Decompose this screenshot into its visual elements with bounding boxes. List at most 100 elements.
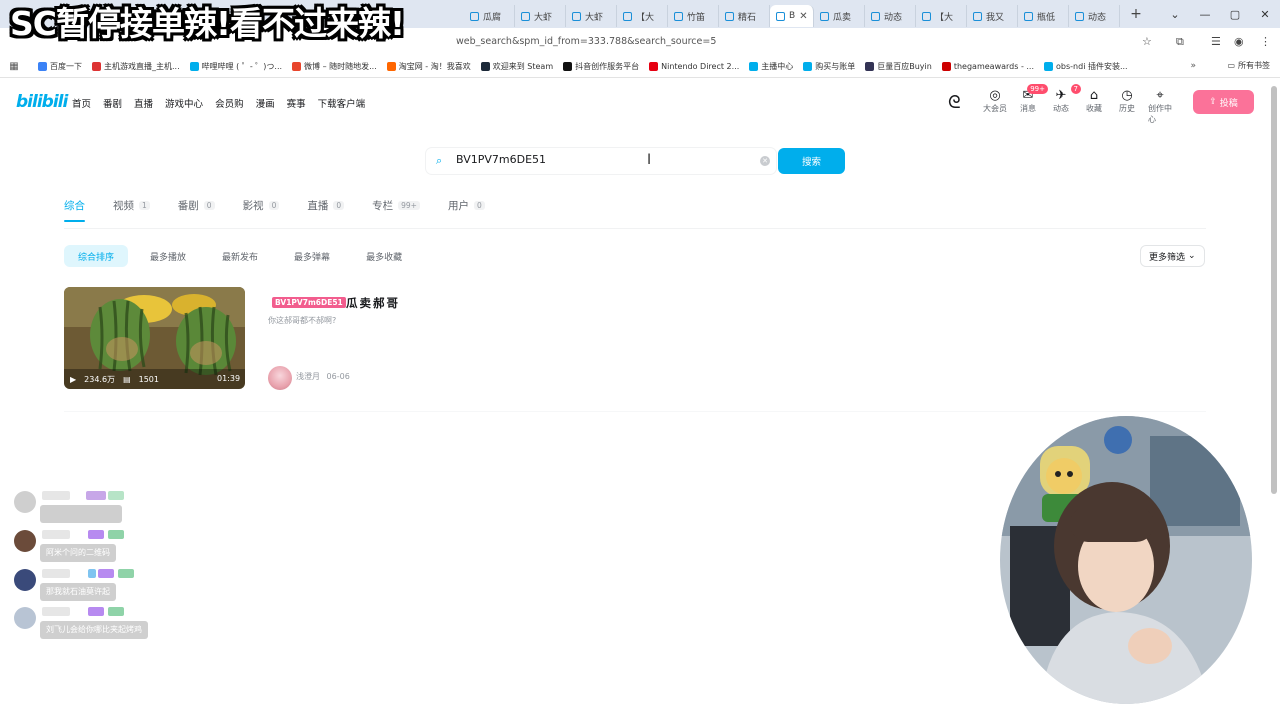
upload-button[interactable]: ⇪ 投稿 [1193, 90, 1254, 114]
nav-item[interactable]: 赛事 [287, 96, 306, 110]
window-controls: ⌄ — ▢ ✕ [1160, 0, 1280, 28]
browser-tab[interactable]: 竹笛 [668, 5, 719, 27]
notification-badge: 99+ [1027, 84, 1048, 94]
browser-tab[interactable]: 我又 [967, 5, 1018, 27]
search-tab-count: 99+ [398, 201, 420, 210]
minimize-icon[interactable]: — [1190, 8, 1220, 21]
search-tab[interactable]: 直播 0 [307, 198, 345, 213]
bilibili-tab-icon [922, 11, 931, 21]
star-icon[interactable]: ☆ [1142, 35, 1152, 48]
bookmark-item[interactable]: 淘宝网 - 淘！我喜欢 [386, 61, 471, 72]
danmu-username [42, 569, 70, 578]
header-action-favorite[interactable]: ⌂ 收藏 [1082, 88, 1106, 125]
search-tab-label: 综合 [64, 200, 85, 212]
clear-icon[interactable]: ✕ [760, 156, 770, 166]
search-tab[interactable]: 专栏 99+ [372, 198, 420, 213]
url-text[interactable]: web_search&spm_id_from=333.788&search_so… [456, 36, 716, 47]
browser-tab[interactable]: 【大 [617, 5, 668, 27]
reading-list-icon[interactable]: ☰ [1211, 35, 1221, 48]
bookmark-item[interactable]: 抖音创作服务平台 [563, 61, 639, 72]
more-filter-button[interactable]: 更多筛选 ⌄ [1140, 245, 1205, 267]
video-title[interactable]: 瓜卖郝哥 [346, 295, 400, 311]
browser-tab[interactable]: 瓜腐 [464, 5, 515, 27]
bookmark-item[interactable]: 哔哩哔哩 ( ゜- ゜)つ... [189, 61, 283, 72]
danmu-avatar [14, 491, 36, 513]
bookmark-favicon-icon [749, 62, 759, 71]
nav-item[interactable]: 游戏中心 [165, 96, 203, 110]
all-bookmarks-folder[interactable]: ▭ 所有书签 [1227, 60, 1270, 71]
more-filter-label: 更多筛选 [1149, 252, 1186, 263]
chevron-down-icon[interactable]: ⌄ [1160, 8, 1190, 21]
search-input[interactable] [456, 153, 746, 166]
page-scrollbar[interactable] [1271, 86, 1277, 494]
bookmark-label: 主机游戏直播_主机... [104, 62, 180, 71]
sort-option[interactable]: 最多播放 [136, 245, 200, 267]
header-action-creator[interactable]: ⌖ 创作中心 [1148, 88, 1172, 125]
search-box[interactable]: ⌕ ✕ [426, 148, 776, 174]
nav-item[interactable]: 下载客户端 [318, 96, 366, 110]
bookmark-favicon-icon [480, 62, 490, 71]
bookmarks-overflow-icon[interactable]: » [1190, 61, 1196, 71]
browser-tab[interactable]: 精石 [719, 5, 770, 27]
browser-tab[interactable]: 瓶低 [1018, 5, 1069, 27]
sort-option[interactable]: 综合排序 [64, 245, 129, 267]
bookmark-item[interactable]: 微博 – 随时随地发... [292, 61, 377, 72]
bv-tag: BV1PV7m6DE51 [272, 297, 346, 308]
header-action-dynamic[interactable]: ✈ 动态 7 [1049, 84, 1081, 125]
bookmark-item[interactable]: 巨量百应Buyin [865, 61, 932, 72]
sort-option[interactable]: 最新发布 [208, 245, 272, 267]
search-tab[interactable]: 影视 0 [243, 198, 280, 213]
bilibili-tab-icon [470, 11, 479, 21]
nav-item[interactable]: 漫画 [256, 96, 275, 110]
bookmark-item[interactable]: thegameawards - ... [941, 62, 1034, 71]
maximize-icon[interactable]: ▢ [1220, 8, 1250, 21]
browser-tab[interactable]: B ✕ [770, 5, 814, 27]
browser-tab[interactable]: 大虾 [515, 5, 566, 27]
extensions-icon[interactable]: ⧉ [1176, 35, 1184, 49]
header-action-history[interactable]: ◷ 历史 [1115, 88, 1139, 125]
nav-item[interactable]: 番剧 [103, 96, 122, 110]
nav-item[interactable]: 直播 [134, 96, 153, 110]
author-avatar[interactable] [268, 366, 292, 390]
publish-date: 06-06 [326, 372, 350, 381]
close-tab-icon[interactable]: ✕ [799, 11, 807, 22]
bookmark-item[interactable]: 主机游戏直播_主机... [92, 61, 180, 72]
bookmark-item[interactable]: Nintendo Direct 2... [649, 62, 739, 71]
site-logo[interactable]: bilibili [16, 92, 68, 112]
author-name[interactable]: 浅澄月 [296, 372, 320, 381]
stream-caption: SC暂停接单辣!看不过来辣! [10, 4, 405, 43]
search-tab[interactable]: 用户 0 [448, 198, 485, 213]
browser-tab[interactable]: 动态 [865, 5, 916, 27]
search-tab[interactable]: 综合 [64, 198, 85, 222]
header-action-message[interactable]: ✉ 消息 99+ [1016, 84, 1048, 125]
new-tab-icon[interactable]: + [1126, 6, 1146, 22]
bookmark-item[interactable]: 百度一下 [38, 61, 82, 72]
header-action-vip[interactable]: ◎ 大会员 [983, 88, 1007, 125]
menu-icon[interactable]: ⋮ [1260, 35, 1271, 48]
danmu-badge [86, 491, 106, 500]
search-button[interactable]: 搜索 [778, 148, 845, 174]
bookmark-item[interactable]: 主播中心 [749, 61, 793, 72]
search-tab[interactable]: 视频 1 [113, 198, 150, 213]
author-meta[interactable]: 浅澄月 06-06 [296, 371, 350, 382]
close-icon[interactable]: ✕ [1250, 8, 1280, 21]
search-type-tabs: 综合 视频 1 番剧 0 影视 0 直播 0 专栏 99+ 用户 0 [64, 198, 485, 222]
bookmark-item[interactable]: obs-ndi 插件安装... [1044, 61, 1128, 72]
bookmark-item[interactable]: 购买与账单 [803, 61, 855, 72]
browser-tab[interactable]: 【大 [916, 5, 967, 27]
browser-tab[interactable]: 瓜卖 [814, 5, 865, 27]
sort-option[interactable]: 最多收藏 [352, 245, 416, 267]
profile-icon[interactable]: ◉ [1234, 35, 1244, 48]
search-tab[interactable]: 番剧 0 [178, 198, 215, 213]
bilibili-tab-icon [521, 11, 530, 21]
main-nav: 首页 番剧 直播 游戏中心 会员购 漫画 赛事 下载客户端 [72, 96, 365, 110]
bookmark-label: 哔哩哔哩 ( ゜- ゜)つ... [201, 62, 283, 71]
sort-option[interactable]: 最多弹幕 [280, 245, 344, 267]
apps-grid-icon[interactable]: ▦ [6, 61, 22, 72]
browser-tab[interactable]: 大虾 [566, 5, 617, 27]
bookmark-item[interactable]: 欢迎来到 Steam [480, 61, 553, 72]
browser-tab[interactable]: 动态 [1069, 5, 1120, 27]
danmu-avatar [14, 530, 36, 552]
nav-item[interactable]: 首页 [72, 96, 91, 110]
nav-item[interactable]: 会员购 [215, 96, 244, 110]
